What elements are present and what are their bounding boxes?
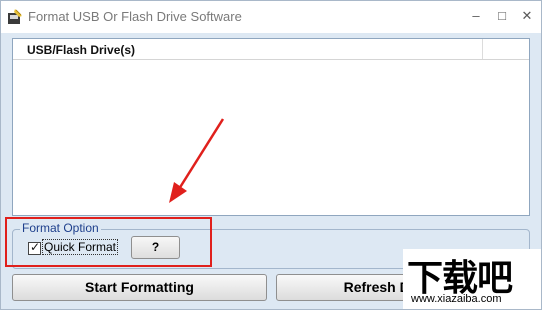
drive-list[interactable]: USB/Flash Drive(s) bbox=[12, 38, 530, 216]
minimize-button[interactable]: – bbox=[467, 7, 485, 25]
maximize-button[interactable]: □ bbox=[493, 7, 511, 25]
title-bar: Format USB Or Flash Drive Software – □ ✕ bbox=[1, 1, 541, 33]
window-title: Format USB Or Flash Drive Software bbox=[28, 9, 242, 24]
column-header-filler bbox=[483, 39, 529, 59]
close-button[interactable]: ✕ bbox=[518, 7, 536, 25]
list-header: USB/Flash Drive(s) bbox=[13, 39, 529, 60]
annotation-highlight-box bbox=[5, 217, 212, 267]
app-window: Format USB Or Flash Drive Software – □ ✕… bbox=[0, 0, 542, 310]
start-formatting-button[interactable]: Start Formatting bbox=[12, 274, 267, 301]
app-icon bbox=[8, 9, 22, 24]
watermark-logo: 下载吧 www.xiazaiba.com bbox=[403, 249, 541, 309]
column-header-drives[interactable]: USB/Flash Drive(s) bbox=[13, 39, 483, 59]
watermark-url: www.xiazaiba.com bbox=[411, 293, 502, 305]
